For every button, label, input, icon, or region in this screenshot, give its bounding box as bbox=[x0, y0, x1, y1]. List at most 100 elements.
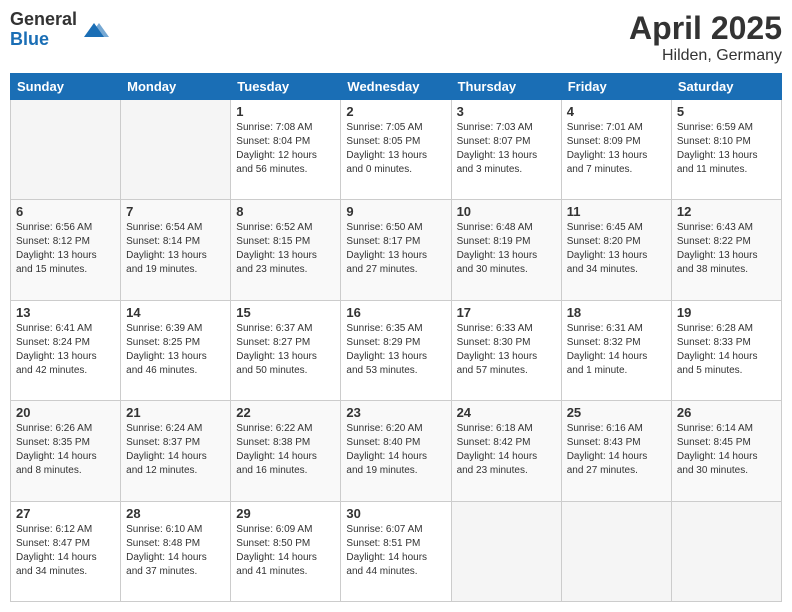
calendar-cell: 22 Sunrise: 6:22 AM Sunset: 8:38 PM Dayli… bbox=[231, 401, 341, 501]
calendar-week-3: 13 Sunrise: 6:41 AM Sunset: 8:24 PM Dayli… bbox=[11, 300, 782, 400]
day-number: 26 bbox=[677, 405, 776, 420]
calendar-cell: 12 Sunrise: 6:43 AM Sunset: 8:22 PM Dayli… bbox=[671, 200, 781, 300]
day-info: Sunrise: 6:43 AM Sunset: 8:22 PM Dayligh… bbox=[677, 221, 776, 277]
calendar-cell: 28 Sunrise: 6:10 AM Sunset: 8:48 PM Dayli… bbox=[121, 501, 231, 601]
calendar-cell: 1 Sunrise: 7:08 AM Sunset: 8:04 PM Daylig… bbox=[231, 100, 341, 200]
title-location: Hilden, Germany bbox=[629, 47, 782, 65]
day-number: 24 bbox=[457, 405, 556, 420]
day-info: Sunrise: 6:14 AM Sunset: 8:45 PM Dayligh… bbox=[677, 422, 776, 478]
day-info: Sunrise: 6:20 AM Sunset: 8:40 PM Dayligh… bbox=[346, 422, 445, 478]
day-number: 29 bbox=[236, 506, 335, 521]
day-info: Sunrise: 7:05 AM Sunset: 8:05 PM Dayligh… bbox=[346, 121, 445, 177]
day-info: Sunrise: 6:18 AM Sunset: 8:42 PM Dayligh… bbox=[457, 422, 556, 478]
day-info: Sunrise: 6:50 AM Sunset: 8:17 PM Dayligh… bbox=[346, 221, 445, 277]
day-info: Sunrise: 6:24 AM Sunset: 8:37 PM Dayligh… bbox=[126, 422, 225, 478]
header-thursday: Thursday bbox=[451, 74, 561, 100]
calendar-cell: 11Sunrise: 6:45 AM Sunset: 8:20 PM Dayli… bbox=[561, 200, 671, 300]
day-number: 5 bbox=[677, 104, 776, 119]
calendar-cell: 17 Sunrise: 6:33 AM Sunset: 8:30 PM Dayli… bbox=[451, 300, 561, 400]
calendar-cell: 14Sunrise: 6:39 AM Sunset: 8:25 PM Dayli… bbox=[121, 300, 231, 400]
day-number: 12 bbox=[677, 204, 776, 219]
day-number: 17 bbox=[457, 305, 556, 320]
day-info: Sunrise: 6:07 AM Sunset: 8:51 PM Dayligh… bbox=[346, 523, 445, 579]
header-tuesday: Tuesday bbox=[231, 74, 341, 100]
day-info: Sunrise: 6:41 AM Sunset: 8:24 PM Dayligh… bbox=[16, 322, 115, 378]
day-info: Sunrise: 6:22 AM Sunset: 8:38 PM Dayligh… bbox=[236, 422, 335, 478]
day-info: Sunrise: 6:37 AM Sunset: 8:27 PM Dayligh… bbox=[236, 322, 335, 378]
title-month: April 2025 bbox=[629, 10, 782, 47]
calendar-cell: 13 Sunrise: 6:41 AM Sunset: 8:24 PM Dayli… bbox=[11, 300, 121, 400]
calendar-header-row: Sunday Monday Tuesday Wednesday Thursday… bbox=[11, 74, 782, 100]
day-number: 27 bbox=[16, 506, 115, 521]
day-number: 11 bbox=[567, 204, 666, 219]
calendar-cell: 21 Sunrise: 6:24 AM Sunset: 8:37 PM Dayli… bbox=[121, 401, 231, 501]
day-number: 16 bbox=[346, 305, 445, 320]
day-number: 6 bbox=[16, 204, 115, 219]
calendar-cell: 20Sunrise: 6:26 AM Sunset: 8:35 PM Dayli… bbox=[11, 401, 121, 501]
day-number: 20 bbox=[16, 405, 115, 420]
calendar-cell: 23 Sunrise: 6:20 AM Sunset: 8:40 PM Dayli… bbox=[341, 401, 451, 501]
calendar-cell bbox=[121, 100, 231, 200]
day-number: 9 bbox=[346, 204, 445, 219]
day-info: Sunrise: 6:56 AM Sunset: 8:12 PM Dayligh… bbox=[16, 221, 115, 277]
calendar-cell: 10Sunrise: 6:48 AM Sunset: 8:19 PM Dayli… bbox=[451, 200, 561, 300]
logo-blue-text: Blue bbox=[10, 30, 77, 50]
header-sunday: Sunday bbox=[11, 74, 121, 100]
day-info: Sunrise: 6:16 AM Sunset: 8:43 PM Dayligh… bbox=[567, 422, 666, 478]
header: General Blue April 2025 Hilden, Germany bbox=[10, 10, 782, 65]
calendar-cell bbox=[561, 501, 671, 601]
calendar-cell: 19Sunrise: 6:28 AM Sunset: 8:33 PM Dayli… bbox=[671, 300, 781, 400]
calendar-cell bbox=[11, 100, 121, 200]
day-info: Sunrise: 6:35 AM Sunset: 8:29 PM Dayligh… bbox=[346, 322, 445, 378]
day-number: 28 bbox=[126, 506, 225, 521]
calendar-cell: 27Sunrise: 6:12 AM Sunset: 8:47 PM Dayli… bbox=[11, 501, 121, 601]
day-info: Sunrise: 6:33 AM Sunset: 8:30 PM Dayligh… bbox=[457, 322, 556, 378]
calendar-cell: 24 Sunrise: 6:18 AM Sunset: 8:42 PM Dayli… bbox=[451, 401, 561, 501]
calendar-cell: 18 Sunrise: 6:31 AM Sunset: 8:32 PM Dayli… bbox=[561, 300, 671, 400]
logo-icon bbox=[79, 15, 109, 45]
day-number: 23 bbox=[346, 405, 445, 420]
day-number: 7 bbox=[126, 204, 225, 219]
day-number: 4 bbox=[567, 104, 666, 119]
calendar-cell: 25Sunrise: 6:16 AM Sunset: 8:43 PM Dayli… bbox=[561, 401, 671, 501]
title-block: April 2025 Hilden, Germany bbox=[629, 10, 782, 65]
day-info: Sunrise: 6:31 AM Sunset: 8:32 PM Dayligh… bbox=[567, 322, 666, 378]
calendar-cell: 5 Sunrise: 6:59 AM Sunset: 8:10 PM Daylig… bbox=[671, 100, 781, 200]
day-number: 2 bbox=[346, 104, 445, 119]
calendar-cell: 3 Sunrise: 7:03 AM Sunset: 8:07 PM Daylig… bbox=[451, 100, 561, 200]
calendar-cell: 15Sunrise: 6:37 AM Sunset: 8:27 PM Dayli… bbox=[231, 300, 341, 400]
calendar-cell: 8Sunrise: 6:52 AM Sunset: 8:15 PM Daylig… bbox=[231, 200, 341, 300]
calendar-cell: 26 Sunrise: 6:14 AM Sunset: 8:45 PM Dayli… bbox=[671, 401, 781, 501]
calendar-cell: 29 Sunrise: 6:09 AM Sunset: 8:50 PM Dayli… bbox=[231, 501, 341, 601]
calendar-week-2: 6 Sunrise: 6:56 AM Sunset: 8:12 PM Daylig… bbox=[11, 200, 782, 300]
calendar-week-1: 1 Sunrise: 7:08 AM Sunset: 8:04 PM Daylig… bbox=[11, 100, 782, 200]
calendar-cell bbox=[451, 501, 561, 601]
page: General Blue April 2025 Hilden, Germany … bbox=[0, 0, 792, 612]
day-number: 22 bbox=[236, 405, 335, 420]
day-number: 19 bbox=[677, 305, 776, 320]
day-info: Sunrise: 7:03 AM Sunset: 8:07 PM Dayligh… bbox=[457, 121, 556, 177]
calendar-cell: 9 Sunrise: 6:50 AM Sunset: 8:17 PM Daylig… bbox=[341, 200, 451, 300]
day-number: 21 bbox=[126, 405, 225, 420]
calendar-table: Sunday Monday Tuesday Wednesday Thursday… bbox=[10, 73, 782, 602]
day-info: Sunrise: 6:59 AM Sunset: 8:10 PM Dayligh… bbox=[677, 121, 776, 177]
day-number: 18 bbox=[567, 305, 666, 320]
day-info: Sunrise: 6:10 AM Sunset: 8:48 PM Dayligh… bbox=[126, 523, 225, 579]
header-saturday: Saturday bbox=[671, 74, 781, 100]
header-monday: Monday bbox=[121, 74, 231, 100]
logo: General Blue bbox=[10, 10, 109, 50]
calendar-cell: 6 Sunrise: 6:56 AM Sunset: 8:12 PM Daylig… bbox=[11, 200, 121, 300]
day-info: Sunrise: 7:08 AM Sunset: 8:04 PM Dayligh… bbox=[236, 121, 335, 177]
day-number: 1 bbox=[236, 104, 335, 119]
day-number: 3 bbox=[457, 104, 556, 119]
calendar-cell: 30 Sunrise: 6:07 AM Sunset: 8:51 PM Dayli… bbox=[341, 501, 451, 601]
day-number: 30 bbox=[346, 506, 445, 521]
calendar-week-4: 20Sunrise: 6:26 AM Sunset: 8:35 PM Dayli… bbox=[11, 401, 782, 501]
calendar-cell: 16 Sunrise: 6:35 AM Sunset: 8:29 PM Dayli… bbox=[341, 300, 451, 400]
calendar-cell: 7Sunrise: 6:54 AM Sunset: 8:14 PM Daylig… bbox=[121, 200, 231, 300]
day-info: Sunrise: 6:09 AM Sunset: 8:50 PM Dayligh… bbox=[236, 523, 335, 579]
day-info: Sunrise: 6:48 AM Sunset: 8:19 PM Dayligh… bbox=[457, 221, 556, 277]
day-info: Sunrise: 7:01 AM Sunset: 8:09 PM Dayligh… bbox=[567, 121, 666, 177]
day-info: Sunrise: 6:39 AM Sunset: 8:25 PM Dayligh… bbox=[126, 322, 225, 378]
day-number: 13 bbox=[16, 305, 115, 320]
